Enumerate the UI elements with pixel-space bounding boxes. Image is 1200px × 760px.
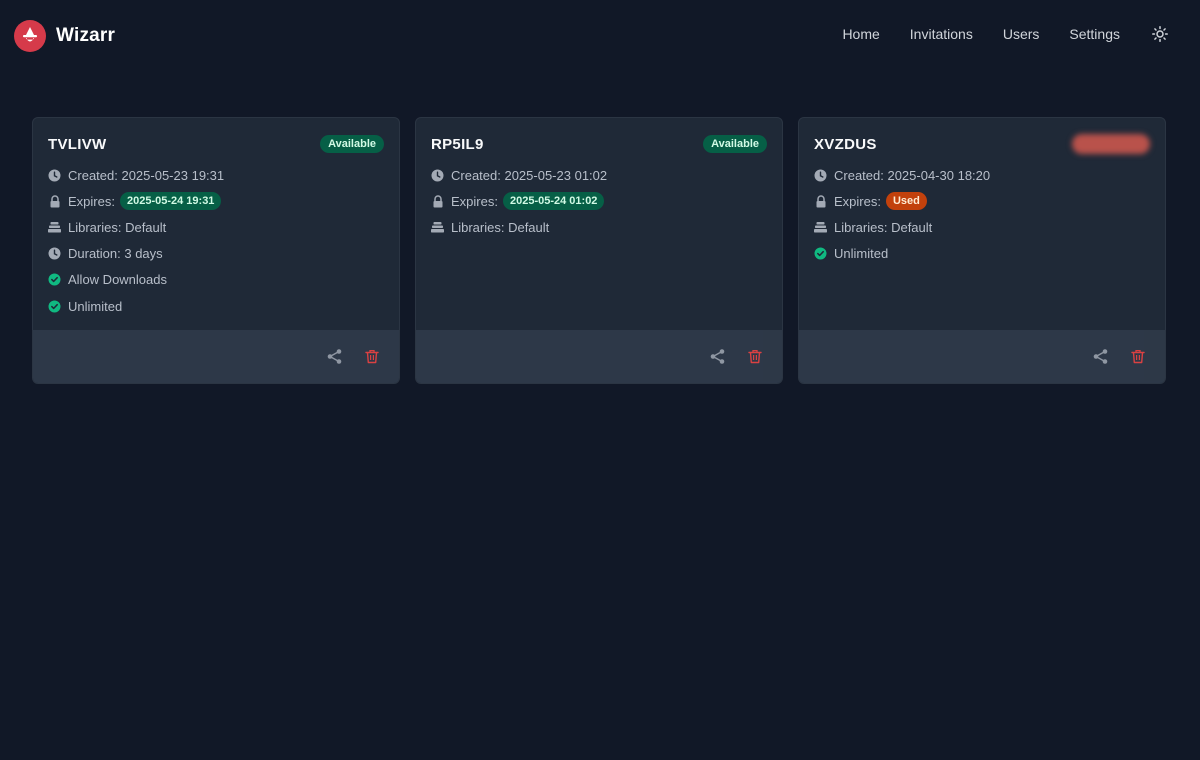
created-text: Created: 2025-05-23 01:02 xyxy=(451,167,608,183)
library-stack-icon xyxy=(431,221,444,234)
unlimited-text: Unlimited xyxy=(68,298,123,314)
invitation-code: XVZDUS xyxy=(814,135,877,153)
clock-icon xyxy=(48,247,61,260)
delete-button[interactable] xyxy=(746,348,764,366)
expires-badge: 2025-05-24 01:02 xyxy=(502,192,605,211)
share-button[interactable] xyxy=(708,348,726,366)
invitation-card: RP5IL9 Available Created: 2025-05-23 01:… xyxy=(415,117,783,384)
expires-label: Expires: xyxy=(451,193,498,209)
share-button[interactable] xyxy=(1091,348,1109,366)
theme-toggle-sun-icon[interactable] xyxy=(1150,24,1170,44)
libraries-text: Libraries: Default xyxy=(451,219,550,235)
share-icon xyxy=(327,349,341,364)
card-header: XVZDUS xyxy=(814,133,1150,155)
status-badge: Available xyxy=(703,135,767,153)
status-badge: Available xyxy=(320,135,384,153)
card-body: RP5IL9 Available Created: 2025-05-23 01:… xyxy=(416,118,782,331)
card-footer xyxy=(416,330,782,383)
check-circle-icon xyxy=(48,273,61,286)
invitation-cards: TVLIVW Available Created: 2025-05-23 19:… xyxy=(32,117,1168,384)
expires-label: Expires: xyxy=(834,193,881,209)
lock-icon xyxy=(814,195,827,208)
used-badge: Used xyxy=(885,192,927,211)
trash-icon xyxy=(1131,349,1145,364)
clock-icon xyxy=(431,169,444,182)
nav-home[interactable]: Home xyxy=(842,26,879,42)
expires-row: Expires: 2025-05-24 01:02 xyxy=(431,188,767,214)
libraries-row: Libraries: Default xyxy=(814,214,1150,240)
card-body: TVLIVW Available Created: 2025-05-23 19:… xyxy=(33,118,399,331)
library-stack-icon xyxy=(48,221,61,234)
delete-button[interactable] xyxy=(1129,348,1147,366)
created-row: Created: 2025-05-23 01:02 xyxy=(431,162,767,188)
downloads-row: Allow Downloads xyxy=(48,267,384,293)
created-row: Created: 2025-04-30 18:20 xyxy=(814,162,1150,188)
delete-button[interactable] xyxy=(363,348,381,366)
share-button[interactable] xyxy=(325,348,343,366)
card-body: XVZDUS Created: 2025-04-30 18:20 Expires… xyxy=(799,118,1165,331)
nav-users[interactable]: Users xyxy=(1003,26,1040,42)
wizard-logo-icon xyxy=(14,20,46,52)
expires-row: Expires: Used xyxy=(814,188,1150,214)
lock-icon xyxy=(48,195,61,208)
check-circle-icon xyxy=(814,247,827,260)
created-text: Created: 2025-04-30 18:20 xyxy=(834,167,991,183)
clock-icon xyxy=(814,169,827,182)
duration-text: Duration: 3 days xyxy=(68,246,163,262)
libraries-row: Libraries: Default xyxy=(431,214,767,240)
libraries-row: Libraries: Default xyxy=(48,214,384,240)
expires-label: Expires: xyxy=(68,193,115,209)
invitation-code: RP5IL9 xyxy=(431,135,484,153)
card-footer xyxy=(33,330,399,383)
invitation-card: TVLIVW Available Created: 2025-05-23 19:… xyxy=(32,117,400,384)
created-text: Created: 2025-05-23 19:31 xyxy=(68,167,225,183)
lock-icon xyxy=(431,195,444,208)
unlimited-row: Unlimited xyxy=(48,293,384,319)
status-badge-redacted xyxy=(1072,134,1150,154)
invitation-code: TVLIVW xyxy=(48,135,107,153)
library-stack-icon xyxy=(814,221,827,234)
unlimited-row: Unlimited xyxy=(814,241,1150,267)
card-footer xyxy=(799,330,1165,383)
unlimited-text: Unlimited xyxy=(834,246,889,262)
created-row: Created: 2025-05-23 19:31 xyxy=(48,162,384,188)
check-circle-icon xyxy=(48,300,61,313)
navbar: Wizarr Home Invitations Users Settings xyxy=(0,0,1200,70)
brand-home-link[interactable]: Wizarr xyxy=(14,20,115,52)
trash-icon xyxy=(365,349,379,364)
clock-icon xyxy=(48,169,61,182)
libraries-text: Libraries: Default xyxy=(834,219,933,235)
nav-settings[interactable]: Settings xyxy=(1069,26,1120,42)
nav-links: Home Invitations Users Settings xyxy=(842,22,1200,46)
expires-row: Expires: 2025-05-24 19:31 xyxy=(48,188,384,214)
expires-badge: 2025-05-24 19:31 xyxy=(119,192,222,211)
trash-icon xyxy=(748,349,762,364)
duration-row: Duration: 3 days xyxy=(48,241,384,267)
libraries-text: Libraries: Default xyxy=(68,219,167,235)
share-icon xyxy=(710,349,724,364)
invitation-card: XVZDUS Created: 2025-04-30 18:20 Expires… xyxy=(798,117,1166,384)
card-header: RP5IL9 Available xyxy=(431,133,767,155)
share-icon xyxy=(1093,349,1107,364)
nav-invitations[interactable]: Invitations xyxy=(910,26,973,42)
app-name: Wizarr xyxy=(56,25,116,46)
card-header: TVLIVW Available xyxy=(48,133,384,155)
downloads-text: Allow Downloads xyxy=(68,272,167,288)
